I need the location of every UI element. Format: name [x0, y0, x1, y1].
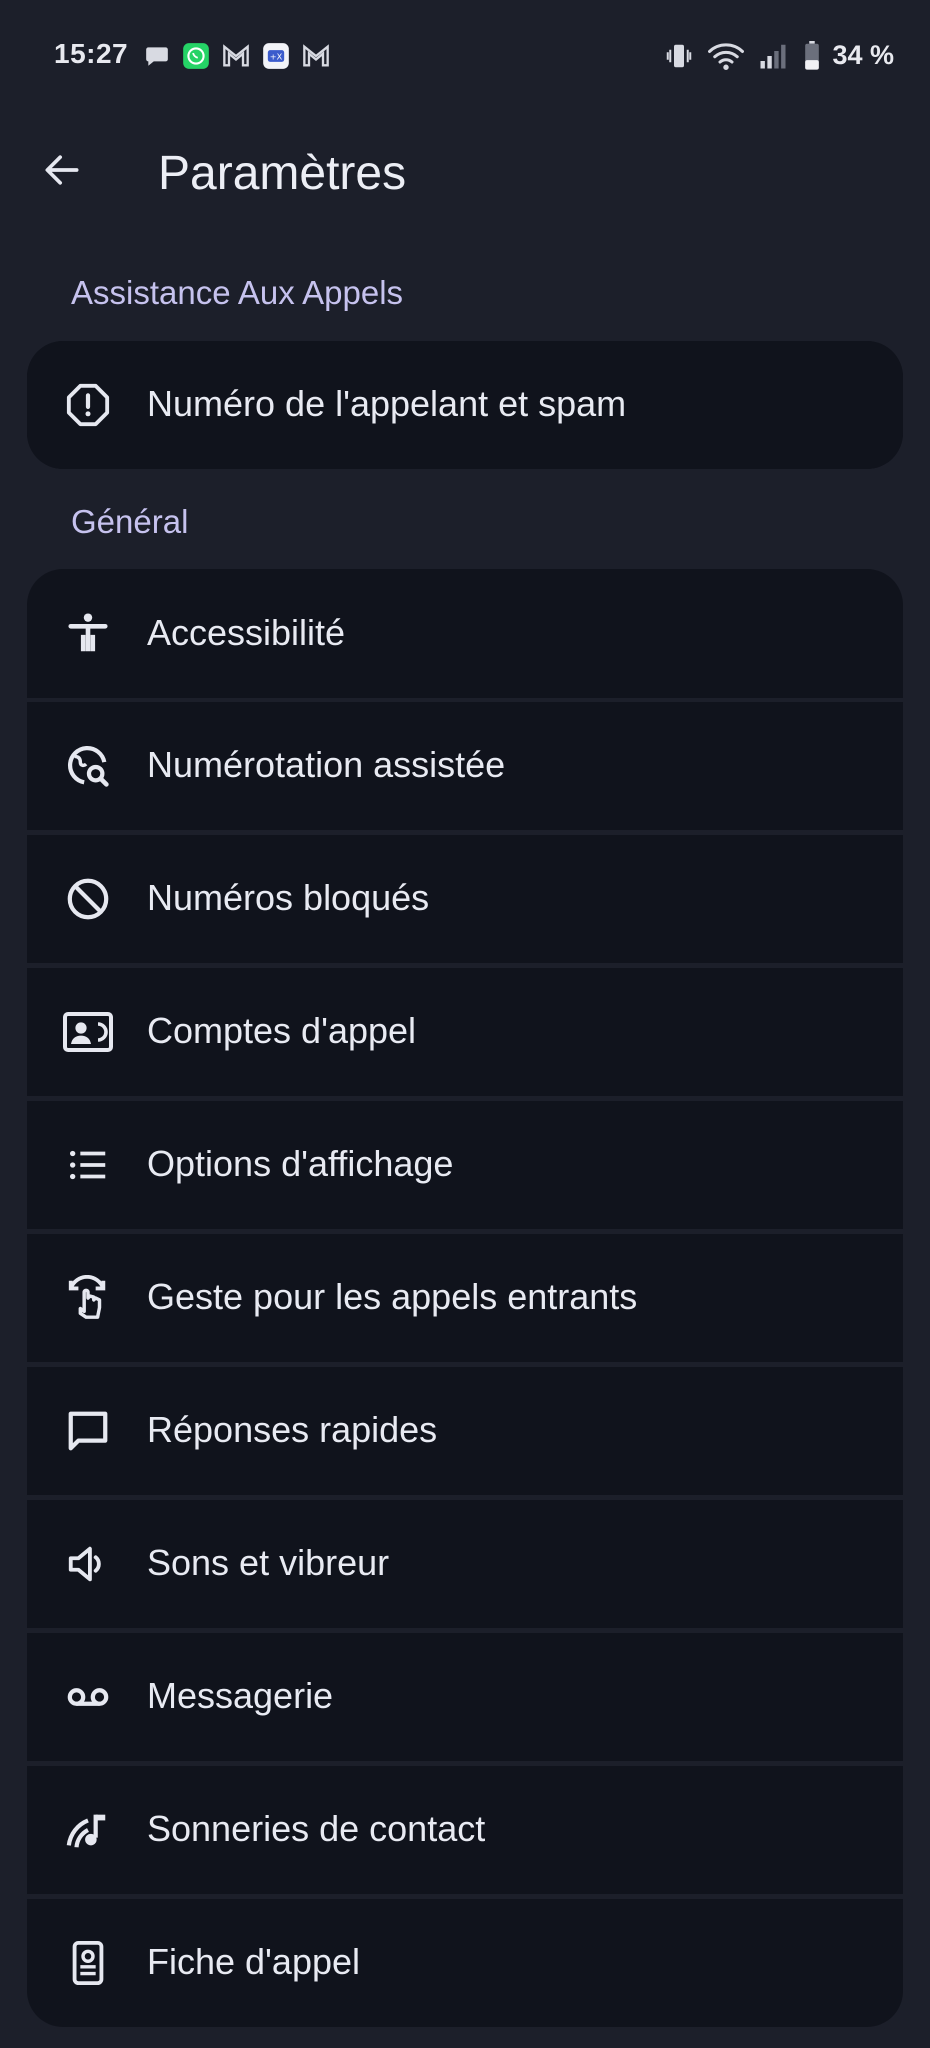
back-arrow-icon — [40, 148, 84, 197]
whatsapp-icon — [182, 42, 210, 70]
general-card: Accessibilité Numérotation assistée Numé… — [27, 569, 903, 2027]
gmail-icon — [302, 43, 330, 69]
teams-icon: +X — [262, 42, 290, 70]
settings-item-label: Sonneries de contact — [147, 1808, 486, 1849]
page-title: Paramètres — [158, 147, 407, 200]
system-icons: 34 % — [664, 40, 894, 71]
settings-item-label: Numérotation assistée — [147, 744, 506, 785]
battery-icon — [802, 40, 822, 71]
settings-item-accessibility[interactable]: Accessibilité — [27, 569, 903, 698]
settings-item-label: Accessibilité — [147, 612, 346, 653]
section-header-general: Général — [71, 503, 189, 540]
app-bar: Paramètres — [0, 112, 930, 236]
call-assist-card: Numéro de l'appelant et spam — [27, 341, 903, 469]
svg-text:+X: +X — [270, 52, 283, 62]
spam-octagon-icon — [61, 378, 115, 432]
settings-item-sounds-vibration[interactable]: Sons et vibreur — [27, 1500, 903, 1628]
battery-percentage: 34 % — [832, 40, 894, 70]
calling-account-icon — [61, 1005, 115, 1059]
block-icon — [61, 872, 115, 926]
back-button[interactable] — [30, 140, 94, 204]
settings-item-label: Options d'affichage — [147, 1143, 454, 1184]
settings-item-incoming-call-gesture[interactable]: Geste pour les appels entrants — [27, 1234, 903, 1362]
settings-item-contact-ringtones[interactable]: Sonneries de contact — [27, 1766, 903, 1894]
list-icon — [61, 1138, 115, 1192]
settings-item-label: Geste pour les appels entrants — [147, 1276, 638, 1317]
settings-item-caller-id-spam[interactable]: Numéro de l'appelant et spam — [27, 341, 903, 469]
settings-item-label: Numéros bloqués — [147, 877, 430, 918]
notification-icons: +X — [144, 42, 330, 70]
settings-item-label: Sons et vibreur — [147, 1542, 390, 1583]
settings-item-blocked-numbers[interactable]: Numéros bloqués — [27, 835, 903, 963]
voicemail-icon — [61, 1670, 115, 1724]
vibrate-icon — [664, 41, 694, 71]
section-header-call-assist: Assistance Aux Appels — [71, 274, 404, 311]
settings-item-voicemail[interactable]: Messagerie — [27, 1633, 903, 1761]
settings-item-label: Comptes d'appel — [147, 1010, 417, 1051]
assisted-dialing-icon — [61, 739, 115, 793]
chat-bubble-icon — [144, 43, 170, 69]
settings-item-calling-accounts[interactable]: Comptes d'appel — [27, 968, 903, 1096]
settings-item-label: Numéro de l'appelant et spam — [147, 383, 627, 424]
status-time: 15:27 — [54, 38, 129, 69]
contact-ringtone-icon — [61, 1803, 115, 1857]
signal-icon — [758, 41, 788, 71]
settings-item-display-options[interactable]: Options d'affichage — [27, 1101, 903, 1229]
status-bar: 15:27 +X 34 % — [0, 0, 930, 112]
call-card-icon — [61, 1936, 115, 1990]
volume-icon — [61, 1537, 115, 1591]
settings-item-label: Fiche d'appel — [147, 1941, 361, 1982]
settings-item-label: Messagerie — [147, 1675, 334, 1716]
wifi-icon — [708, 41, 745, 71]
settings-item-assisted-dialing[interactable]: Numérotation assistée — [27, 702, 903, 830]
gmail-icon — [222, 43, 250, 69]
settings-item-label: Réponses rapides — [147, 1409, 438, 1450]
message-icon — [61, 1404, 115, 1458]
settings-item-quick-responses[interactable]: Réponses rapides — [27, 1367, 903, 1495]
accessibility-icon — [61, 606, 115, 660]
gesture-icon — [61, 1271, 115, 1325]
settings-item-call-card[interactable]: Fiche d'appel — [27, 1899, 903, 2027]
